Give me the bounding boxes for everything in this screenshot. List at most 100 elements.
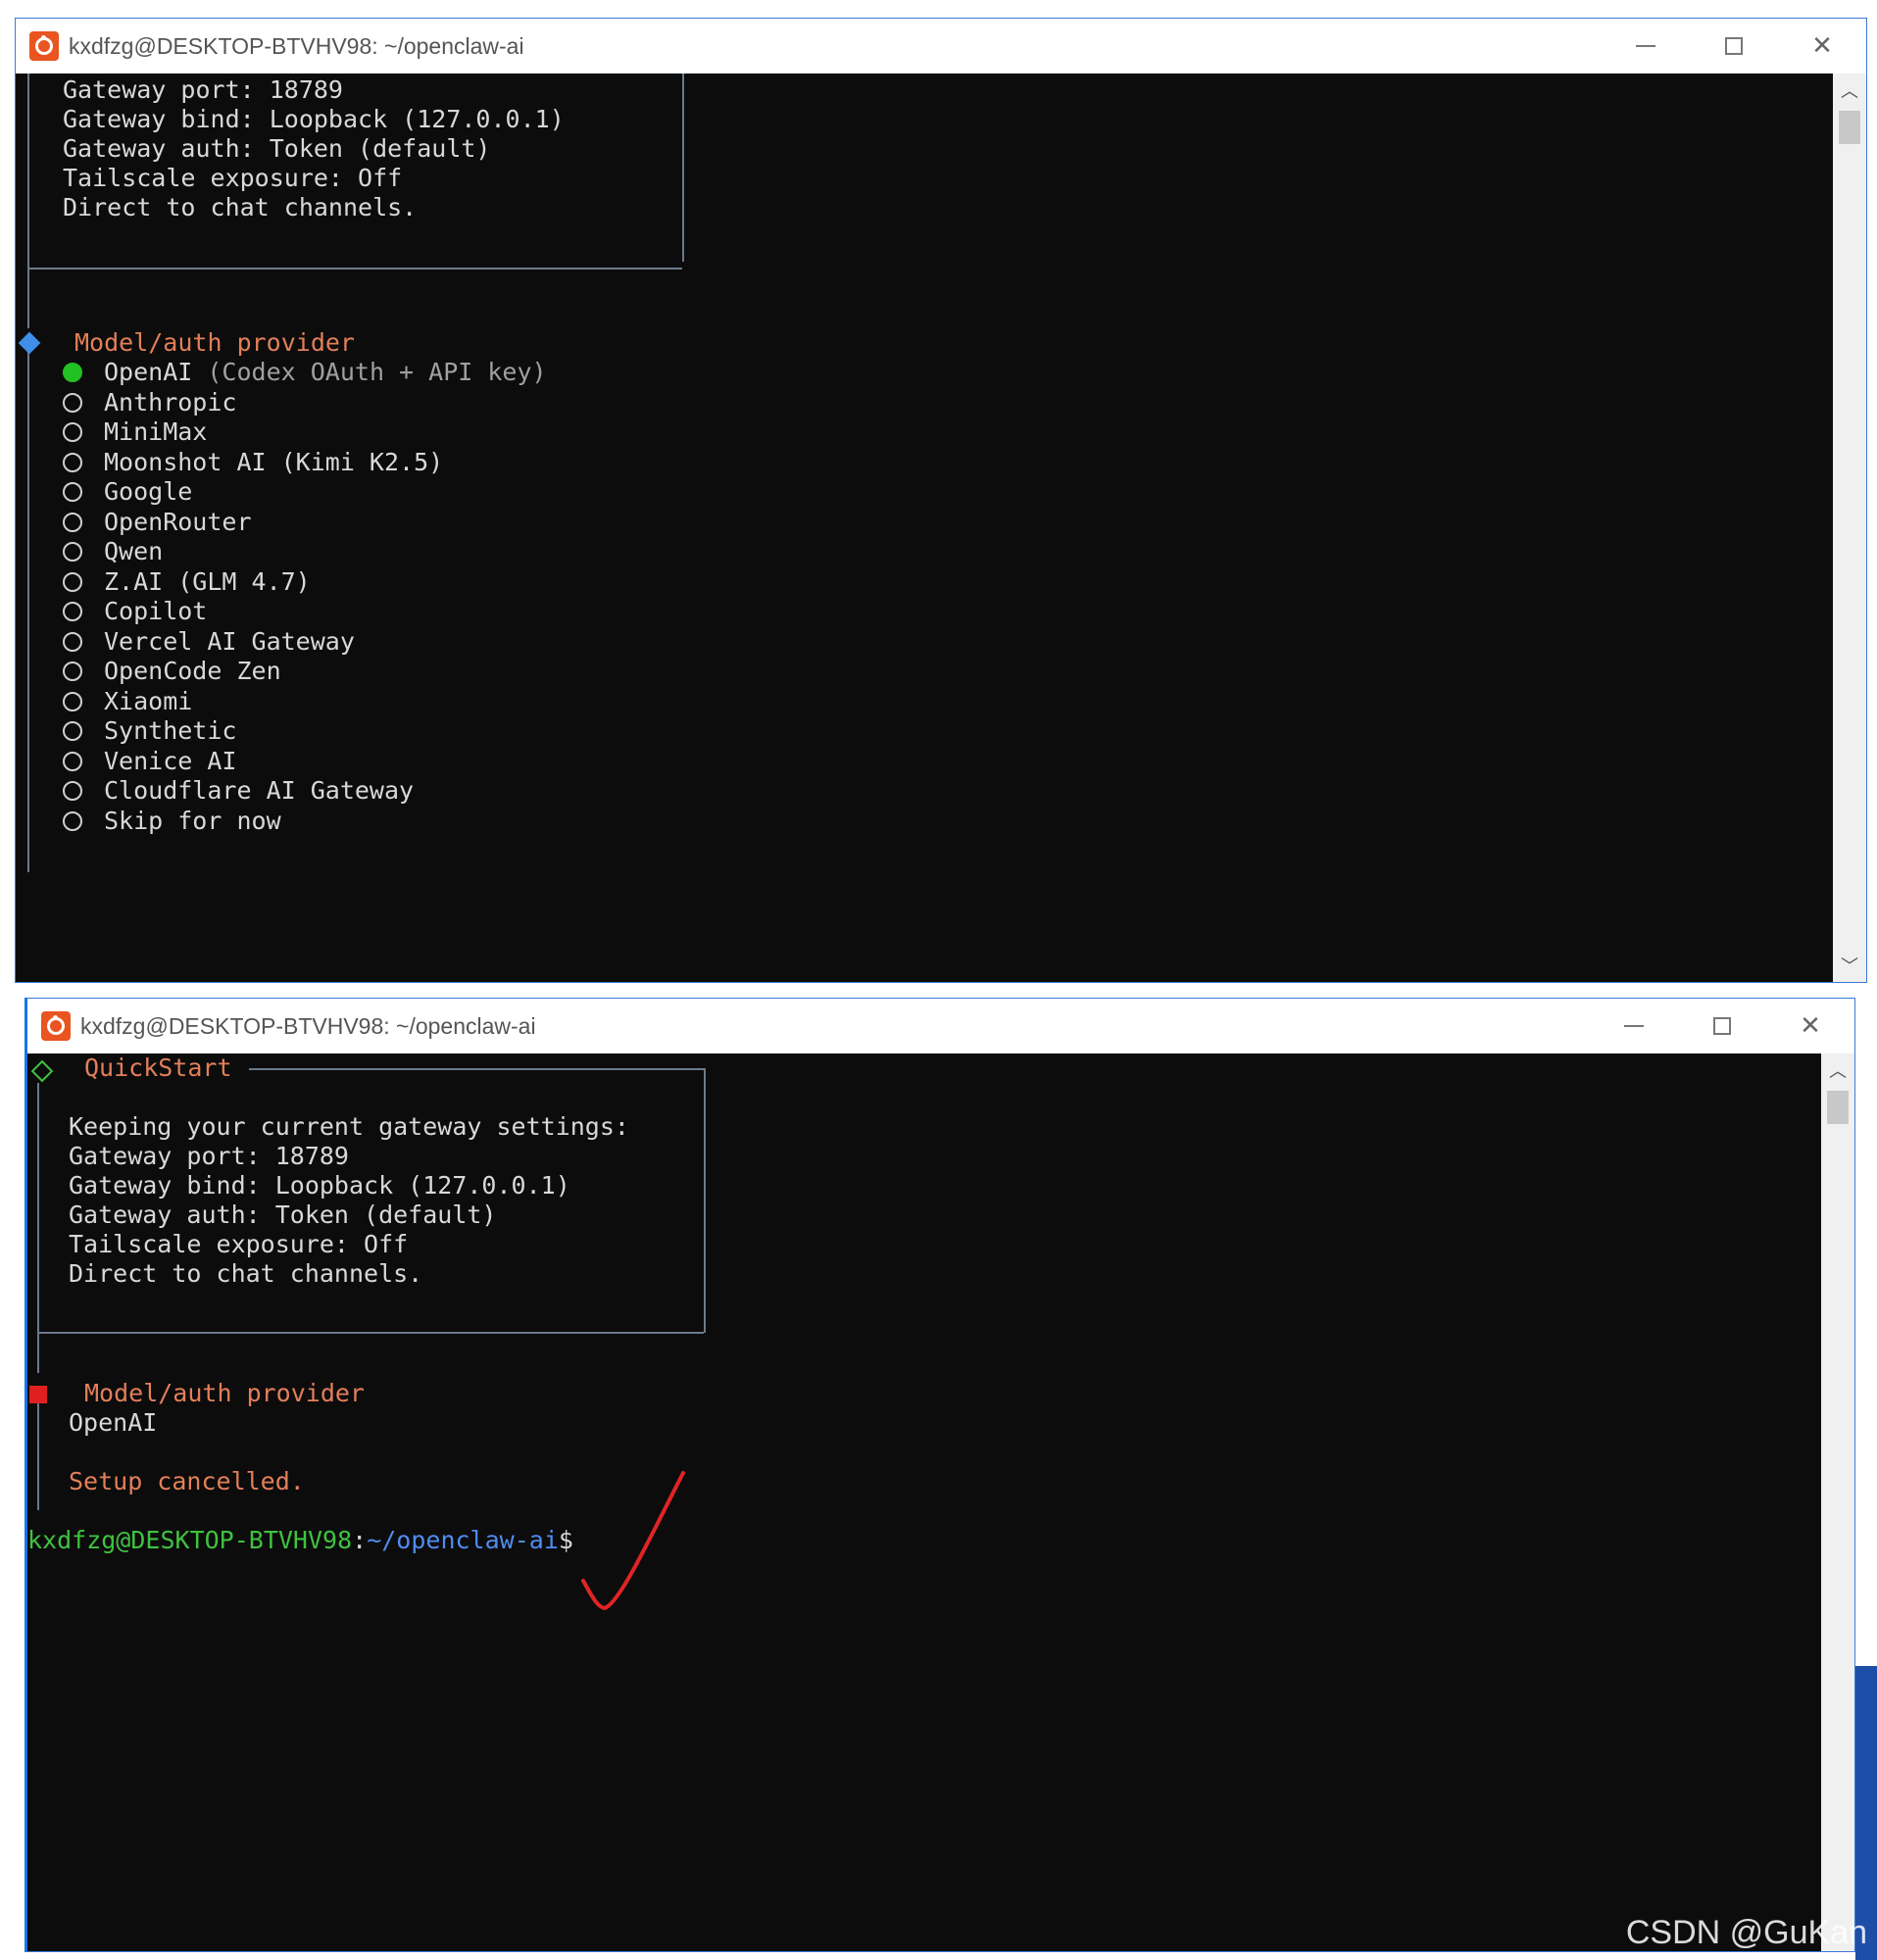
provider-option[interactable]: MiniMax <box>104 417 207 447</box>
radio-unselected-icon[interactable] <box>63 452 82 472</box>
provider-option[interactable]: Xiaomi <box>104 687 192 716</box>
provider-option[interactable]: Qwen <box>104 537 163 566</box>
radio-unselected-icon[interactable] <box>63 631 82 652</box>
box-bottom-border <box>37 1332 704 1334</box>
title-bar[interactable]: kxdfzg@DESKTOP-BTVHV98: ~/openclaw-ai ✕ <box>27 999 1854 1054</box>
shell-prompt[interactable]: kxdfzg@DESKTOP-BTVHV98:~/openclaw-ai$ <box>27 1526 573 1555</box>
scroll-up-icon[interactable]: ︿ <box>1821 1054 1854 1087</box>
prompt-path: ~/openclaw-ai <box>367 1526 559 1554</box>
provider-option[interactable]: Anthropic <box>104 388 236 417</box>
minimize-icon <box>1624 1025 1644 1027</box>
radio-selected-icon[interactable] <box>63 363 82 382</box>
done-step-diamond-icon <box>30 1059 54 1083</box>
radio-unselected-icon[interactable] <box>63 781 82 801</box>
provider-option-label: Moonshot AI (Kimi K2.5) <box>104 447 444 476</box>
provider-option-label: OpenAI <box>104 358 193 386</box>
scrollbar[interactable]: ︿ <box>1821 1054 1854 1951</box>
terminal-window-bottom[interactable]: kxdfzg@DESKTOP-BTVHV98: ~/openclaw-ai ✕ … <box>25 998 1855 1952</box>
box-left-border <box>37 1083 39 1367</box>
radio-unselected-icon[interactable] <box>63 721 82 741</box>
minimize-icon <box>1636 45 1655 47</box>
provider-option-label: Cloudflare AI Gateway <box>104 776 415 805</box>
terminal-output[interactable]: QuickStart Keeping your current gateway … <box>27 1054 1821 1951</box>
provider-option[interactable]: Synthetic <box>104 716 236 746</box>
radio-unselected-icon[interactable] <box>63 810 82 831</box>
provider-option[interactable]: Venice AI <box>104 747 236 776</box>
info-line: Gateway port: 18789 <box>69 1142 349 1170</box>
prompt-separator: : <box>352 1526 368 1554</box>
info-line: Tailscale exposure: Off <box>69 1230 409 1258</box>
radio-unselected-icon[interactable] <box>63 422 82 442</box>
close-icon: ✕ <box>1811 31 1833 61</box>
provider-option-label: Google <box>104 477 193 506</box>
close-button[interactable]: ✕ <box>1778 19 1866 74</box>
info-line: Direct to chat channels. <box>63 193 418 221</box>
window-title: kxdfzg@DESKTOP-BTVHV98: ~/openclaw-ai <box>69 32 524 59</box>
info-line: Gateway bind: Loopback (127.0.0.1) <box>69 1171 570 1200</box>
red-checkmark-annotation-icon <box>581 1471 685 1610</box>
provider-option-label: Venice AI <box>104 746 237 775</box>
provider-option[interactable]: Copilot <box>104 597 207 626</box>
terminal-window-top[interactable]: kxdfzg@DESKTOP-BTVHV98: ~/openclaw-ai ✕ … <box>15 18 1867 983</box>
provider-option[interactable]: Z.AI (GLM 4.7) <box>104 567 311 597</box>
radio-unselected-icon[interactable] <box>63 542 82 562</box>
ubuntu-icon <box>29 31 59 61</box>
close-icon: ✕ <box>1800 1011 1821 1041</box>
box-right-border <box>682 74 684 262</box>
prompt-label: Model/auth provider <box>84 1379 365 1407</box>
info-line: Tailscale exposure: Off <box>63 164 403 192</box>
radio-unselected-icon[interactable] <box>63 571 82 592</box>
minimize-button[interactable] <box>1602 19 1690 74</box>
ubuntu-icon <box>41 1011 71 1041</box>
radio-unselected-icon[interactable] <box>63 512 82 532</box>
radio-unselected-icon[interactable] <box>63 602 82 621</box>
maximize-button[interactable] <box>1678 999 1766 1054</box>
radio-unselected-icon[interactable] <box>63 751 82 771</box>
info-line: Keeping your current gateway settings: <box>69 1112 629 1141</box>
prompt-label: Model/auth provider <box>74 328 355 357</box>
window-title: kxdfzg@DESKTOP-BTVHV98: ~/openclaw-ai <box>80 1012 536 1039</box>
provider-option-hint: (Codex OAuth + API key) <box>207 358 547 386</box>
info-line: Gateway port: 18789 <box>63 75 343 104</box>
close-button[interactable]: ✕ <box>1766 999 1854 1054</box>
gutter-line <box>37 1402 39 1510</box>
maximize-button[interactable] <box>1690 19 1778 74</box>
active-step-diamond-icon <box>18 331 41 355</box>
prompt-user-host: kxdfzg@DESKTOP-BTVHV98 <box>27 1526 353 1554</box>
provider-option[interactable]: OpenCode Zen <box>104 657 281 686</box>
radio-unselected-icon[interactable] <box>63 691 82 711</box>
prompt-answer: OpenAI <box>69 1408 158 1437</box>
cancelled-step-icon <box>29 1386 47 1403</box>
maximize-icon <box>1725 37 1743 55</box>
scroll-thumb[interactable] <box>1839 111 1860 144</box>
watermark: CSDN @GuKan <box>1625 1914 1867 1951</box>
minimize-button[interactable] <box>1590 999 1678 1054</box>
info-line: Gateway auth: Token (default) <box>69 1200 497 1229</box>
title-bar[interactable]: kxdfzg@DESKTOP-BTVHV98: ~/openclaw-ai ✕ <box>16 19 1866 74</box>
radio-unselected-icon[interactable] <box>63 482 82 502</box>
provider-option-label: Copilot <box>104 597 208 625</box>
box-left-border <box>27 74 29 270</box>
scrollbar[interactable]: ︿ ﹀ <box>1833 74 1866 982</box>
gutter-line <box>27 270 29 328</box>
box-top-border <box>249 1068 704 1070</box>
provider-option[interactable]: Moonshot AI (Kimi K2.5) <box>104 448 443 477</box>
provider-option[interactable]: OpenRouter <box>104 508 252 537</box>
terminal-output[interactable]: Gateway port: 18789 Gateway bind: Loopba… <box>16 74 1833 982</box>
info-line: Direct to chat channels. <box>69 1259 423 1288</box>
provider-option[interactable]: Vercel AI Gateway <box>104 627 355 657</box>
provider-option-label: Skip for now <box>104 806 281 835</box>
provider-option[interactable]: Skip for now <box>104 807 281 836</box>
provider-option[interactable]: Google <box>104 477 192 507</box>
box-title: QuickStart <box>84 1054 232 1082</box>
radio-unselected-icon[interactable] <box>63 392 82 413</box>
provider-option[interactable]: OpenAI (Codex OAuth + API key) <box>104 358 547 387</box>
scroll-up-icon[interactable]: ︿ <box>1833 74 1866 107</box>
maximize-icon <box>1713 1017 1731 1035</box>
info-line: Gateway bind: Loopback (127.0.0.1) <box>63 105 565 133</box>
provider-option[interactable]: Cloudflare AI Gateway <box>104 776 414 806</box>
prompt-symbol: $ <box>558 1526 573 1554</box>
radio-unselected-icon[interactable] <box>63 662 82 681</box>
scroll-thumb[interactable] <box>1827 1091 1849 1124</box>
scroll-down-icon[interactable]: ﹀ <box>1833 949 1866 982</box>
